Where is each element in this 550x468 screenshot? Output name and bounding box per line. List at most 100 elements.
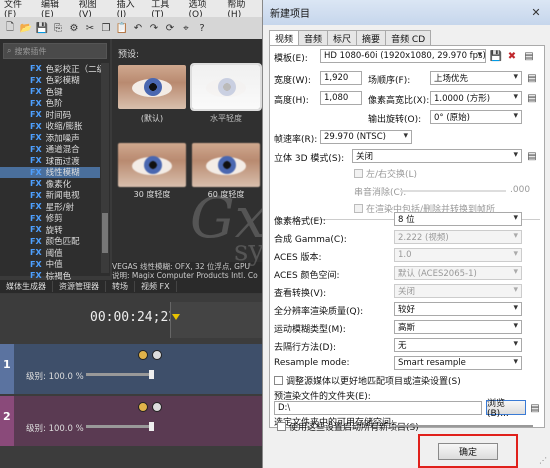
tab-ruler[interactable]: 标尺 — [327, 30, 358, 45]
field-order-dropdown[interactable]: 上场优先 — [430, 71, 522, 85]
mute-icon[interactable] — [138, 350, 148, 360]
highlight-box — [418, 434, 518, 468]
rotation-dropdown[interactable]: 0° (原始) — [430, 110, 522, 124]
prerender-folder-field[interactable]: D:\ — [274, 401, 482, 415]
fx-list-item[interactable]: FX 星形/射 — [0, 201, 100, 213]
help-icon[interactable]: ? — [195, 21, 209, 35]
properties-icon[interactable]: ⚙ — [67, 21, 81, 35]
slider-handle[interactable] — [149, 370, 154, 379]
track-level-slider[interactable] — [86, 422, 154, 431]
fx-list-item[interactable]: FX 球面过渡 — [0, 155, 100, 167]
slider-handle[interactable] — [149, 422, 154, 431]
browse-button[interactable]: 浏览(B)... — [486, 399, 526, 419]
snap-icon[interactable]: ⌖ — [179, 21, 193, 35]
fx-list-item[interactable]: FX 色彩校正（二级） — [0, 63, 114, 75]
pixel-format-dropdown[interactable]: 8 位 — [394, 212, 522, 226]
track-header[interactable]: 2 — [0, 396, 14, 446]
fx-list: FX 色彩校正（二级） FX 色彩模糊 FX 色键 FX 色阶 FX 时间码 FX 收缩/膨胀 FX 添加… — [0, 63, 114, 293]
fx-search-box[interactable]: ⌕ 搜索插件 — [3, 43, 107, 59]
solo-icon[interactable] — [152, 402, 162, 412]
tab-audio-cd[interactable]: 音频 CD — [385, 30, 432, 45]
preset-thumb-horizontal-light[interactable] — [190, 63, 262, 111]
tab-explorer[interactable]: 资源管理器 — [53, 281, 106, 292]
fx-list-scrollbar[interactable] — [101, 63, 109, 273]
preset-thumb-30deg[interactable] — [118, 143, 186, 187]
render-quality-dropdown[interactable]: 较好 — [394, 302, 522, 316]
mute-icon[interactable] — [138, 402, 148, 412]
motion-blur-dropdown[interactable]: 高斯 — [394, 320, 522, 334]
fx-list-item[interactable]: FX 色阶 — [0, 98, 100, 110]
fx-list-item[interactable]: FX 像素化 — [0, 178, 100, 190]
tab-transitions[interactable]: 转场 — [106, 281, 135, 292]
stereo-3d-dropdown[interactable]: 关闭 — [352, 149, 522, 163]
save-icon[interactable]: 💾 — [35, 21, 49, 35]
close-icon[interactable]: ✕ — [527, 5, 545, 20]
adjust-source-label: 调整源媒体以更好地匹配项目或渲染设置(S) — [286, 377, 461, 387]
fx-list-item[interactable]: FX 收缩/膨胀 — [0, 121, 100, 133]
render-icon[interactable]: ⎘ — [51, 21, 65, 35]
tab-audio[interactable]: 音频 — [298, 30, 329, 45]
timeline-ruler[interactable] — [170, 302, 262, 338]
fx-list-item[interactable]: FX 修剪 — [0, 213, 100, 225]
width-field[interactable]: 1,920 — [320, 71, 362, 85]
template-dropdown[interactable]: HD 1080-60i (1920x1080, 29.970 fps) — [320, 49, 486, 63]
paste-icon[interactable]: 📋 — [115, 21, 129, 35]
fx-list-item[interactable]: FX 颜色匹配 — [0, 236, 100, 248]
aces-version-dropdown[interactable]: 1.0 — [394, 248, 522, 262]
delete-template-icon[interactable]: ✖ — [505, 49, 519, 63]
height-field[interactable]: 1,080 — [320, 91, 362, 105]
fx-list-item[interactable]: FX 通道混合 — [0, 144, 100, 156]
crosstalk-slider[interactable] — [400, 190, 506, 192]
aces-space-dropdown[interactable]: 默认 (ACES2065-1) — [394, 266, 522, 280]
fx-list-item[interactable]: FX 色彩模糊 — [0, 75, 100, 87]
folder-options-icon[interactable]: ▤ — [528, 401, 542, 415]
copy-icon[interactable]: ❐ — [99, 21, 113, 35]
fx-list-item[interactable]: FX 新闻电视 — [0, 190, 100, 202]
video-track-2[interactable]: 2 级别: 100.0 % — [0, 396, 262, 446]
frame-rate-dropdown[interactable]: 29.970 (NTSC) — [320, 130, 412, 144]
solo-icon[interactable] — [152, 350, 162, 360]
include-stereo-checkbox[interactable] — [354, 204, 363, 213]
fx-list-item[interactable]: FX 阈值 — [0, 247, 100, 259]
redo-icon[interactable]: ↷ — [147, 21, 161, 35]
preset-thumb-60deg[interactable] — [192, 143, 260, 187]
resize-grip-icon[interactable]: ⋰ — [539, 456, 547, 465]
dialog-tabs: 视频 音频 标尺 摘要 音频 CD — [269, 30, 432, 46]
open-folder-icon[interactable]: 📂 — [19, 21, 33, 35]
fx-list-item[interactable]: FX 色键 — [0, 86, 100, 98]
scrollbar-thumb[interactable] — [102, 213, 108, 253]
undo-icon[interactable]: ↶ — [131, 21, 145, 35]
view-transform-dropdown[interactable]: 关闭 — [394, 284, 522, 298]
swap-lr-checkbox[interactable] — [354, 169, 363, 178]
track-level-slider[interactable] — [86, 370, 154, 379]
fx-list-item[interactable]: FX 时间码 — [0, 109, 100, 121]
save-template-icon[interactable]: 💾 — [489, 49, 503, 63]
new-file-icon[interactable]: 🗋 — [3, 21, 17, 35]
motion-blur-label: 运动模糊类型(M): — [274, 325, 346, 335]
refresh-icon[interactable]: ⟳ — [163, 21, 177, 35]
resample-dropdown[interactable]: Smart resample — [394, 356, 522, 370]
gamma-dropdown[interactable]: 2.222 (视频) — [394, 230, 522, 244]
fx-list-item[interactable]: FX 添加噪声 — [0, 132, 100, 144]
fx-list-item[interactable]: FX 线性模糊 — [0, 166, 100, 178]
tab-media-generators[interactable]: 媒体生成器 — [0, 281, 53, 292]
tab-video[interactable]: 视频 — [269, 30, 300, 46]
adjust-source-checkbox[interactable] — [274, 376, 283, 385]
playhead-marker-icon[interactable] — [172, 314, 180, 320]
match-media-icon[interactable]: ▤ — [522, 49, 536, 63]
tab-summary[interactable]: 摘要 — [356, 30, 387, 45]
start-all-checkbox[interactable] — [277, 422, 286, 431]
cut-icon[interactable]: ✂ — [83, 21, 97, 35]
track-header[interactable]: 1 — [0, 344, 14, 394]
deinterlace-dropdown[interactable]: 无 — [394, 338, 522, 352]
tab-video-fx[interactable]: 视频 FX — [135, 281, 177, 292]
pixel-aspect-dropdown[interactable]: 1.0000 (方形) — [430, 91, 522, 105]
crosstalk-label: 串音消除(C): — [354, 188, 407, 198]
preset-thumb-default[interactable] — [118, 65, 186, 109]
video-fx-panel: ⌕ 搜索插件 FX 色彩校正（二级） FX 色彩模糊 FX 色键 FX 色阶 FX 时间码 FX 收缩… — [0, 39, 114, 293]
crosstalk-value: .000 — [510, 185, 531, 195]
fx-list-item[interactable]: FX 中值 — [0, 259, 100, 271]
fx-item-label: 颜色匹配 — [45, 237, 80, 248]
video-track-1[interactable]: 1 级别: 100.0 % — [0, 344, 262, 394]
fx-list-item[interactable]: FX 旋转 — [0, 224, 100, 236]
